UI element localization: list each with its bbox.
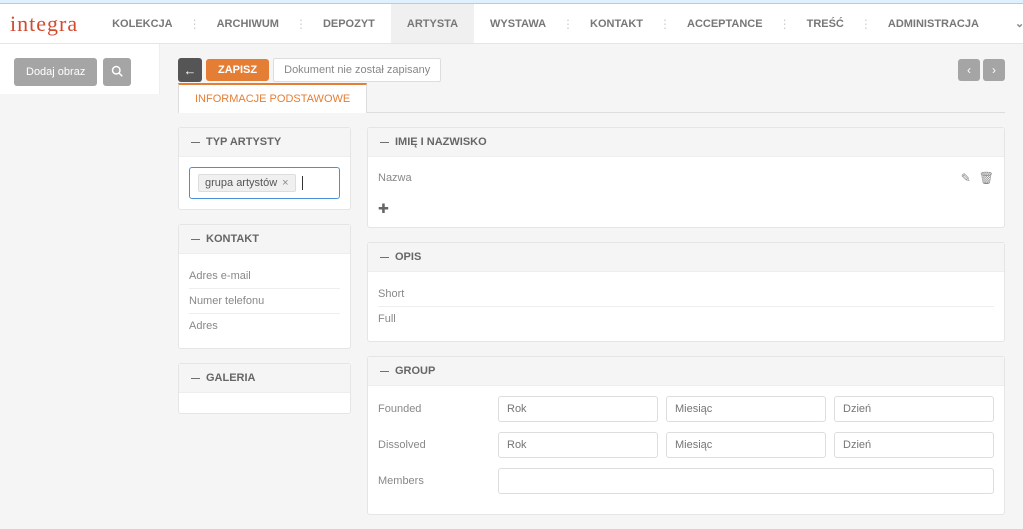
nav-separator: ⋮	[779, 4, 791, 43]
field-email[interactable]: Adres e-mail	[189, 264, 340, 289]
name-label: Nazwa	[378, 172, 961, 184]
panel-title: TYP ARTYSTY	[206, 136, 281, 148]
nav-artysta[interactable]: ARTYSTA	[391, 4, 474, 43]
dissolved-month-input[interactable]	[666, 432, 826, 458]
field-short[interactable]: Short	[378, 282, 994, 307]
panel-header[interactable]: — KONTAKT	[179, 225, 350, 254]
panel-imie-nazwisko: — IMIĘ I NAZWISKO Nazwa ✎ 🗑 ✚	[367, 127, 1005, 228]
admin-menu[interactable]: ⌄ ADMIN	[995, 17, 1023, 30]
chevron-left-icon: ‹	[967, 63, 971, 77]
panel-header[interactable]: — OPIS	[368, 243, 1004, 272]
nav-separator: ⋮	[295, 4, 307, 43]
prev-button[interactable]: ‹	[958, 59, 980, 81]
nav-kolekcja[interactable]: KOLEKCJA	[96, 4, 189, 43]
tab-basic-info[interactable]: INFORMACJE PODSTAWOWE	[178, 83, 367, 113]
panel-title: GROUP	[395, 365, 435, 377]
field-full[interactable]: Full	[378, 307, 994, 331]
founded-day-input[interactable]	[834, 396, 994, 422]
nav-separator: ⋮	[860, 4, 872, 43]
panel-galeria: — GALERIA	[178, 363, 351, 414]
collapse-icon: —	[380, 366, 389, 376]
panel-group: — GROUP Founded Di	[367, 356, 1005, 515]
panel-kontakt: — KONTAKT Adres e-mail Numer telefonu Ad…	[178, 224, 351, 349]
collapse-icon: —	[191, 373, 200, 383]
search-icon	[111, 65, 123, 80]
collapse-icon: —	[191, 234, 200, 244]
header: integra KOLEKCJA ⋮ ARCHIWUM ⋮ DEPOZYT AR…	[0, 4, 1023, 44]
panel-title: OPIS	[395, 251, 421, 263]
tag: grupa artystów ×	[198, 174, 296, 192]
tag-label: grupa artystów	[205, 177, 277, 189]
content: ← ZAPISZ Dokument nie został zapisany ‹ …	[160, 44, 1023, 529]
main-nav: KOLEKCJA ⋮ ARCHIWUM ⋮ DEPOZYT ARTYSTA WY…	[96, 4, 995, 43]
add-image-button[interactable]: Dodaj obraz	[14, 58, 97, 86]
panel-header[interactable]: — GALERIA	[179, 364, 350, 393]
back-button[interactable]: ←	[178, 58, 202, 82]
toolbar: ← ZAPISZ Dokument nie został zapisany ‹ …	[178, 58, 1005, 82]
nav-kontakt[interactable]: KONTAKT	[574, 4, 659, 43]
nav-acceptance[interactable]: ACCEPTANCE	[671, 4, 779, 43]
save-button[interactable]: ZAPISZ	[206, 59, 269, 81]
nav-administracja[interactable]: ADMINISTRACJA	[872, 4, 995, 43]
tab-bar: INFORMACJE PODSTAWOWE	[178, 82, 1005, 113]
dissolved-label: Dissolved	[378, 439, 488, 451]
panel-typ-artysty: — TYP ARTYSTY grupa artystów ×	[178, 127, 351, 210]
artist-type-input[interactable]: grupa artystów ×	[189, 167, 340, 199]
sidebar: Dodaj obraz	[0, 44, 160, 94]
dissolved-year-input[interactable]	[498, 432, 658, 458]
founded-label: Founded	[378, 403, 488, 415]
text-cursor	[302, 176, 303, 190]
next-button[interactable]: ›	[983, 59, 1005, 81]
panel-header[interactable]: — IMIĘ I NAZWISKO	[368, 128, 1004, 157]
dissolved-day-input[interactable]	[834, 432, 994, 458]
chevron-right-icon: ›	[992, 63, 996, 77]
panel-opis: — OPIS Short Full	[367, 242, 1005, 342]
field-address[interactable]: Adres	[189, 314, 340, 338]
nav-depozyt[interactable]: DEPOZYT	[307, 4, 391, 43]
nav-separator: ⋮	[189, 4, 201, 43]
tag-remove-icon[interactable]: ×	[282, 177, 288, 189]
nav-wystawa[interactable]: WYSTAWA	[474, 4, 562, 43]
members-input[interactable]	[498, 468, 994, 494]
delete-icon[interactable]: 🗑	[979, 171, 994, 185]
panel-header[interactable]: — GROUP	[368, 357, 1004, 386]
panel-title: KONTAKT	[206, 233, 259, 245]
status-message: Dokument nie został zapisany	[273, 58, 441, 82]
pager: ‹ ›	[958, 59, 1005, 81]
nav-tresc[interactable]: TREŚĆ	[791, 4, 860, 43]
founded-year-input[interactable]	[498, 396, 658, 422]
edit-icon[interactable]: ✎	[961, 171, 971, 185]
panel-title: GALERIA	[206, 372, 256, 384]
collapse-icon: —	[380, 252, 389, 262]
collapse-icon: —	[380, 137, 389, 147]
nav-separator: ⋮	[562, 4, 574, 43]
members-label: Members	[378, 475, 488, 487]
nav-separator: ⋮	[659, 4, 671, 43]
arrow-left-icon: ←	[184, 63, 197, 78]
founded-month-input[interactable]	[666, 396, 826, 422]
search-button[interactable]	[103, 58, 131, 86]
collapse-icon: —	[191, 137, 200, 147]
add-name-button[interactable]: ✚	[378, 201, 389, 217]
nav-archiwum[interactable]: ARCHIWUM	[201, 4, 295, 43]
chevron-down-icon: ⌄	[1015, 17, 1023, 30]
field-phone[interactable]: Numer telefonu	[189, 289, 340, 314]
panel-header[interactable]: — TYP ARTYSTY	[179, 128, 350, 157]
logo[interactable]: integra	[0, 11, 96, 37]
panel-title: IMIĘ I NAZWISKO	[395, 136, 487, 148]
